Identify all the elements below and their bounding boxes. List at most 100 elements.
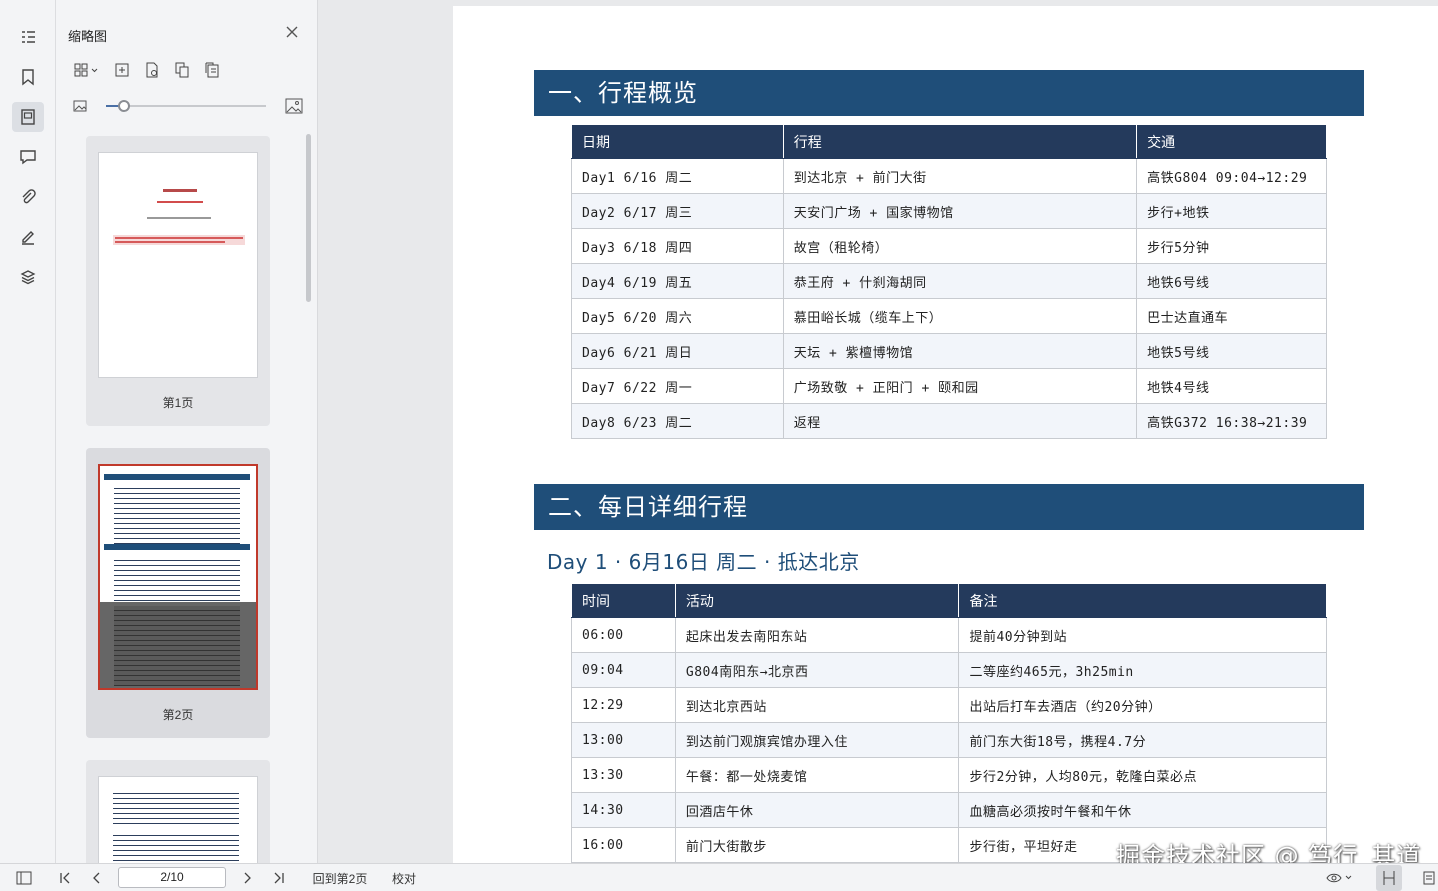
thumbnail-panel: 缩略图 第1页 第2页 <box>56 0 318 863</box>
table-cell: 步行5分钟 <box>1136 228 1327 264</box>
proofread-button[interactable]: 校对 <box>388 869 420 887</box>
table-cell: 到达北京西站 <box>674 687 960 723</box>
table-row: Day5 6/20 周六 慕田峪长城（缆车上下） 巴士达直通车 <box>571 298 1327 334</box>
table-cell: 步行+地铁 <box>1136 193 1327 229</box>
day1-table: 时间 活动 备注 06:00 起床出发去南阳东站 提前40分钟到站 09:04 G804… <box>571 583 1327 863</box>
table-row: 06:00 起床出发去南阳东站 提前40分钟到站 <box>571 617 1327 653</box>
table-cell: Day4 6/19 周五 <box>571 263 784 299</box>
outline-icon[interactable] <box>12 22 44 52</box>
page-thumbnail[interactable] <box>98 776 258 863</box>
single-page-view-icon[interactable] <box>1376 865 1402 891</box>
status-bar: 2/10 回到第2页 校对 <box>0 863 1438 891</box>
table-cell: 13:30 <box>571 757 676 793</box>
table-row: 14:30 回酒店午休 血糖高必须按时午餐和午休 <box>571 792 1327 828</box>
table-row: 12:29 到达北京西站 出站后打车去酒店（约20分钟） <box>571 687 1327 723</box>
page-thumbnail[interactable] <box>98 464 258 690</box>
thumbnail-toolbar <box>72 60 222 80</box>
table-cell: 步行2分钟，人均80元，乾隆白菜必点 <box>958 757 1327 793</box>
section-title-overview: 一、行程概览 <box>534 70 1364 116</box>
table-cell: 16:00 <box>571 827 676 863</box>
signature-icon[interactable] <box>12 222 44 252</box>
table-cell: 广场致敬 + 正阳门 + 颐和园 <box>782 368 1138 404</box>
thumbnail-card-page-1[interactable]: 第1页 <box>86 136 270 426</box>
extract-page-icon[interactable] <box>202 60 222 80</box>
back-to-page-button[interactable]: 回到第2页 <box>308 869 372 887</box>
last-page-icon[interactable] <box>270 869 288 887</box>
table-cell: 血糖高必须按时午餐和午休 <box>958 792 1327 828</box>
table-header: 日期 <box>571 124 784 159</box>
table-cell: 09:04 <box>571 652 676 688</box>
table-row: Day4 6/19 周五 恭王府 + 什刹海胡同 地铁6号线 <box>571 263 1327 299</box>
bookmark-icon[interactable] <box>12 62 44 92</box>
table-header: 交通 <box>1136 124 1327 159</box>
thumbnail-scrollbar[interactable] <box>306 134 311 302</box>
table-header: 活动 <box>674 583 960 618</box>
table-row: Day6 6/21 周日 天坛 + 紫檀博物馆 地铁5号线 <box>571 333 1327 369</box>
table-cell: 天安门广场 + 国家博物馆 <box>782 193 1138 229</box>
table-cell: Day2 6/17 周三 <box>571 193 784 229</box>
page-settings-icon[interactable] <box>142 60 162 80</box>
previous-page-icon[interactable] <box>88 869 106 887</box>
table-cell: 前门东大街18号，携程4.7分 <box>958 722 1327 758</box>
left-icon-rail <box>0 0 56 863</box>
first-page-icon[interactable] <box>56 869 74 887</box>
table-cell: 14:30 <box>571 792 676 828</box>
table-cell: 13:00 <box>571 722 676 758</box>
table-cell: 故宫（租轮椅） <box>782 228 1138 264</box>
table-cell: 地铁4号线 <box>1136 368 1327 404</box>
thumbnail-size-slider[interactable] <box>72 96 304 116</box>
table-cell: 地铁5号线 <box>1136 333 1327 369</box>
eye-mode-icon[interactable] <box>1324 869 1356 887</box>
page-thumbnail[interactable] <box>98 152 258 378</box>
table-cell: 提前40分钟到站 <box>958 617 1327 653</box>
table-cell: 恭王府 + 什刹海胡同 <box>782 263 1138 299</box>
insert-page-icon[interactable] <box>112 60 132 80</box>
table-cell: 慕田峪长城（缆车上下） <box>782 298 1138 334</box>
table-header: 行程 <box>782 124 1138 159</box>
overview-table: 日期 行程 交通 Day1 6/16 周二 到达北京 + 前门大街 高铁G804 0… <box>571 124 1327 439</box>
table-row: Day7 6/22 周一 广场致敬 + 正阳门 + 颐和园 地铁4号线 <box>571 368 1327 404</box>
document-page: 一、行程概览 日期 行程 交通 Day1 6/16 周二 到达北京 + 前门大街高… <box>453 6 1438 863</box>
comment-icon[interactable] <box>12 142 44 172</box>
layers-icon[interactable] <box>12 262 44 292</box>
table-cell: 回酒店午休 <box>674 792 960 828</box>
table-cell: 午餐：都一处烧麦馆 <box>674 757 960 793</box>
table-cell: 起床出发去南阳东站 <box>674 617 960 653</box>
thumbnail-card-page-3[interactable] <box>86 760 270 863</box>
slider-track[interactable] <box>106 105 266 107</box>
table-cell: Day3 6/18 周四 <box>571 228 784 264</box>
table-row: Day3 6/18 周四 故宫（租轮椅） 步行5分钟 <box>571 228 1327 264</box>
table-cell: G804南阳东→北京西 <box>674 652 960 688</box>
close-icon[interactable] <box>284 24 300 40</box>
table-row: 13:00 到达前门观旗宾馆办理入住 前门东大街18号，携程4.7分 <box>571 722 1327 758</box>
table-cell: 地铁6号线 <box>1136 263 1327 299</box>
panel-title: 缩略图 <box>68 29 108 44</box>
table-cell: 巴士达直通车 <box>1136 298 1327 334</box>
table-cell: Day5 6/20 周六 <box>571 298 784 334</box>
slider-knob[interactable] <box>118 100 130 112</box>
table-cell: 天坛 + 紫檀博物馆 <box>782 333 1138 369</box>
section-title-daily: 二、每日详细行程 <box>534 484 1364 530</box>
document-viewport[interactable]: 一、行程概览 日期 行程 交通 Day1 6/16 周二 到达北京 + 前门大街高… <box>318 0 1438 863</box>
attachment-icon[interactable] <box>12 182 44 212</box>
table-cell: 高铁G804 09:04→12:29 <box>1136 158 1327 194</box>
table-row: 13:30 午餐：都一处烧麦馆 步行2分钟，人均80元，乾隆白菜必点 <box>571 757 1327 793</box>
table-header: 备注 <box>958 583 1327 618</box>
table-header: 时间 <box>571 583 676 618</box>
grid-view-dropdown-icon[interactable] <box>72 60 102 80</box>
table-cell: 二等座约465元，3h25min <box>958 652 1327 688</box>
thumbnail-icon[interactable] <box>12 102 44 132</box>
small-image-icon <box>72 98 88 119</box>
day-heading: Day 1 · 6月16日 周二 · 抵达北京 <box>547 550 860 574</box>
table-row: 09:04 G804南阳东→北京西 二等座约465元，3h25min <box>571 652 1327 688</box>
copy-page-icon[interactable] <box>172 60 192 80</box>
table-cell: 12:29 <box>571 687 676 723</box>
next-page-icon[interactable] <box>238 869 256 887</box>
table-cell: Day1 6/16 周二 <box>571 158 784 194</box>
page-number-input[interactable]: 2/10 <box>118 867 226 888</box>
thumbnail-card-page-2[interactable]: 第2页 <box>86 448 270 738</box>
continuous-view-icon[interactable] <box>1420 869 1438 887</box>
sidebar-toggle-icon[interactable] <box>14 869 34 887</box>
table-cell: Day6 6/21 周日 <box>571 333 784 369</box>
table-row: Day2 6/17 周三 天安门广场 + 国家博物馆 步行+地铁 <box>571 193 1327 229</box>
